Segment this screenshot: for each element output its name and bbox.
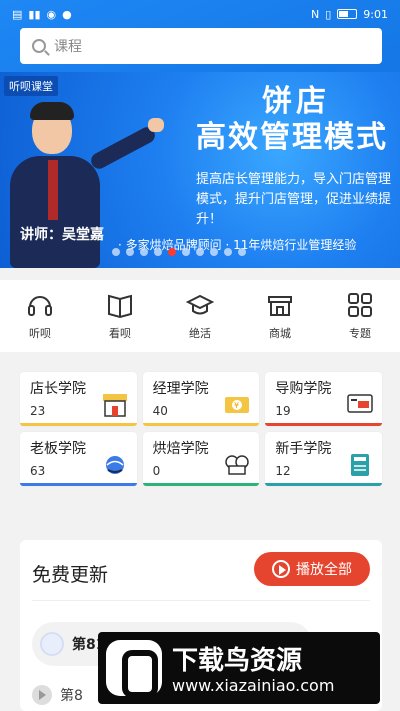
academy-card-newbie[interactable]: 新手学院 12 bbox=[265, 432, 382, 486]
play-all-button[interactable]: 播放全部 bbox=[254, 552, 370, 586]
academy-card-boss[interactable]: 老板学院 63 bbox=[20, 432, 137, 486]
sim-icon: ▤ bbox=[12, 7, 23, 21]
episode-thumbnail bbox=[40, 632, 64, 656]
search-input[interactable]: 课程 bbox=[54, 36, 82, 56]
vibrate-icon: ▯ bbox=[325, 7, 332, 21]
play-icon bbox=[272, 560, 290, 578]
nav-label: 商城 bbox=[269, 327, 291, 340]
free-updates-title: 免费更新 bbox=[32, 564, 109, 586]
carousel-dot[interactable] bbox=[140, 248, 148, 256]
carousel-dot[interactable] bbox=[126, 248, 134, 256]
banner[interactable]: 听呗课堂 饼店 高效管理模式 提高店长管理能力，导入门店管理模式，提升门店管理，… bbox=[0, 72, 400, 268]
academy-bar bbox=[142, 483, 260, 486]
grid-icon bbox=[348, 293, 372, 317]
play-all-label: 播放全部 bbox=[296, 562, 352, 578]
banner-teacher: 讲师：吴堂嘉 bbox=[20, 227, 104, 243]
shop-icon bbox=[102, 394, 127, 417]
carousel-dot[interactable] bbox=[210, 248, 218, 256]
headphones-icon bbox=[28, 296, 52, 316]
nav-label: 专题 bbox=[349, 327, 371, 340]
academy-card-manager[interactable]: 经理学院 40 ¥ bbox=[142, 372, 260, 426]
banner-title-line2: 高效管理模式 bbox=[196, 120, 388, 155]
carousel-dot[interactable] bbox=[154, 248, 162, 256]
monitor-icon bbox=[347, 394, 373, 413]
academy-card-store-manager[interactable]: 店长学院 23 bbox=[20, 372, 137, 426]
watermark-title: 下载鸟资源 bbox=[172, 646, 303, 676]
book-icon bbox=[108, 294, 132, 319]
status-bar: ▤ ▮▮ ◉ ● N ▯ 9:01 bbox=[0, 0, 400, 28]
nav-item-topics[interactable]: 专题 bbox=[320, 280, 400, 352]
nav-label: 绝活 bbox=[189, 327, 211, 340]
tie-shape bbox=[48, 160, 58, 220]
academy-bar bbox=[265, 423, 382, 426]
academy-bar bbox=[20, 483, 137, 486]
signal-icon: ▮▮ bbox=[28, 7, 41, 21]
store-icon bbox=[268, 296, 292, 316]
carousel-dot[interactable] bbox=[196, 248, 204, 256]
carousel-dots[interactable] bbox=[112, 248, 246, 256]
divider bbox=[32, 600, 370, 601]
watermark: 下载鸟资源 www.xiazainiao.com bbox=[98, 632, 380, 704]
quick-nav: 听呗 看呗 绝活 商城 专题 bbox=[0, 280, 400, 352]
academy-bar bbox=[20, 423, 137, 426]
nav-item-mall[interactable]: 商城 bbox=[240, 280, 320, 352]
carousel-dot[interactable] bbox=[112, 248, 120, 256]
time: 9:01 bbox=[363, 7, 388, 21]
svg-text:¥: ¥ bbox=[234, 401, 239, 410]
status-left: ▤ ▮▮ ◉ ● bbox=[12, 8, 72, 21]
hair-shape bbox=[30, 102, 74, 120]
chef-hat-icon bbox=[225, 455, 250, 475]
next-episode-title: 第8 bbox=[60, 688, 83, 704]
banner-tag: 听呗课堂 bbox=[4, 76, 58, 96]
eye-icon: ◉ bbox=[46, 7, 57, 21]
nav-item-listen[interactable]: 听呗 bbox=[0, 280, 80, 352]
notebook-icon bbox=[350, 454, 369, 476]
academy-grid: 店长学院 23 经理学院 40 ¥ 导购学院 19 老板学院 63 烘焙学院 0… bbox=[20, 372, 382, 486]
money-icon: ¥ bbox=[225, 397, 250, 413]
search-bar[interactable]: 课程 bbox=[20, 28, 382, 64]
message-icon: ● bbox=[62, 7, 72, 21]
carousel-dot[interactable] bbox=[182, 248, 190, 256]
watermark-logo-icon bbox=[106, 640, 162, 698]
watermark-url: www.xiazainiao.com bbox=[172, 676, 335, 695]
carousel-dot[interactable] bbox=[224, 248, 232, 256]
nav-label: 看呗 bbox=[109, 327, 131, 340]
status-right: N ▯ 9:01 bbox=[311, 8, 388, 21]
globe-icon bbox=[105, 456, 124, 474]
academy-card-sales-guide[interactable]: 导购学院 19 bbox=[265, 372, 382, 426]
play-icon bbox=[32, 685, 52, 705]
search-icon bbox=[32, 39, 46, 53]
academy-bar bbox=[265, 483, 382, 486]
academy-bar bbox=[142, 423, 260, 426]
carousel-dot[interactable] bbox=[168, 248, 176, 256]
nfc-icon: N bbox=[311, 7, 320, 21]
hand-shape bbox=[148, 118, 164, 132]
battery-icon bbox=[337, 9, 358, 19]
academy-card-baking[interactable]: 烘焙学院 0 bbox=[142, 432, 260, 486]
nav-label: 听呗 bbox=[29, 327, 51, 340]
banner-description: 提高店长管理能力，导入门店管理模式，提升门店管理，促进业绩提升！ bbox=[196, 172, 392, 227]
graduation-cap-icon bbox=[186, 294, 214, 315]
carousel-dot[interactable] bbox=[238, 248, 246, 256]
nav-item-watch[interactable]: 看呗 bbox=[80, 280, 160, 352]
nav-item-skills[interactable]: 绝活 bbox=[160, 280, 240, 352]
